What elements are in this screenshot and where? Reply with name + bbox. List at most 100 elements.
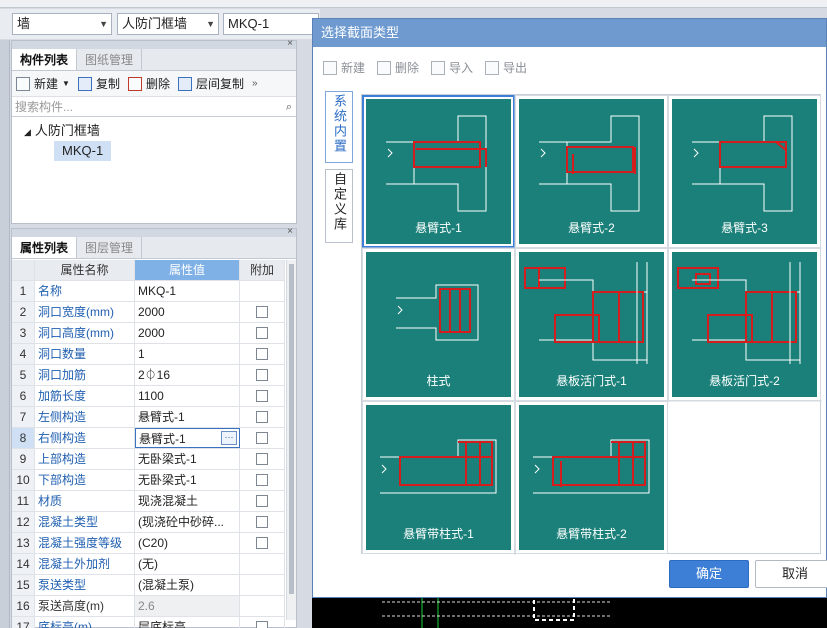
- table-row[interactable]: 15 泵送类型 (混凝土泵): [12, 575, 285, 596]
- table-row[interactable]: 10 下部构造 无卧梁式-1: [12, 470, 285, 491]
- extra-cell: [240, 407, 285, 427]
- attach-checkbox[interactable]: [256, 495, 268, 507]
- ellipsis-button[interactable]: ···: [221, 431, 237, 445]
- section-type-label: 悬臂带柱式-2: [556, 527, 627, 541]
- attach-checkbox[interactable]: [256, 453, 268, 465]
- section-type-tile[interactable]: 柱式: [366, 252, 511, 397]
- row-number: 14: [12, 554, 35, 574]
- tab-system-builtin[interactable]: 系统内置: [325, 91, 353, 163]
- table-row[interactable]: 1 名称 MKQ-1: [12, 281, 285, 302]
- tab-layer-management[interactable]: 图层管理: [77, 237, 143, 258]
- attach-checkbox[interactable]: [256, 327, 268, 339]
- close-icon[interactable]: ×: [287, 226, 293, 237]
- property-value[interactable]: 层底标高: [135, 617, 240, 628]
- table-row[interactable]: 8 右侧构造 悬臂式-1 ···: [12, 428, 285, 449]
- section-type-tile[interactable]: 悬臂带柱式-2: [519, 405, 664, 550]
- section-type-tile[interactable]: 悬臂带柱式-1: [366, 405, 511, 550]
- new-button[interactable]: 新建 ▼: [16, 75, 70, 92]
- attach-checkbox[interactable]: [256, 432, 268, 444]
- section-type-tile[interactable]: 悬臂式-2: [519, 99, 664, 244]
- search-icon[interactable]: ⌕: [286, 99, 292, 115]
- extra-cell: [240, 344, 285, 364]
- tab-property-list[interactable]: 属性列表: [12, 237, 78, 258]
- tree-node-child[interactable]: MKQ-1: [54, 141, 112, 161]
- table-row[interactable]: 14 混凝土外加剂 (无): [12, 554, 285, 575]
- property-value-text: 2000: [138, 305, 165, 319]
- property-name: 洞口高度(mm): [35, 323, 135, 343]
- attach-checkbox[interactable]: [256, 390, 268, 402]
- close-icon[interactable]: ×: [287, 38, 293, 49]
- property-value[interactable]: 悬臂式-1: [135, 407, 240, 427]
- attach-checkbox[interactable]: [256, 516, 268, 528]
- delete-button[interactable]: 删除: [127, 75, 170, 92]
- property-value[interactable]: 1100: [135, 386, 240, 406]
- property-value[interactable]: 现浇混凝土: [135, 491, 240, 511]
- row-number: 15: [12, 575, 35, 595]
- subtype-combo-value: 人防门框墙: [122, 16, 188, 31]
- table-row[interactable]: 11 材质 现浇混凝土: [12, 491, 285, 512]
- property-value[interactable]: (混凝土泵): [135, 575, 240, 595]
- dialog-new-button[interactable]: 新建: [323, 59, 365, 76]
- section-type-tile[interactable]: 悬板活门式-2: [672, 252, 817, 397]
- attach-checkbox[interactable]: [256, 306, 268, 318]
- property-value[interactable]: 悬臂式-1 ···: [135, 428, 240, 448]
- copy-button[interactable]: 复制: [77, 75, 120, 92]
- cancel-button[interactable]: 取消: [755, 560, 827, 588]
- name-combo[interactable]: MKQ-1: [223, 13, 319, 35]
- type-combo[interactable]: 墙 ▼: [12, 13, 112, 35]
- confirm-button[interactable]: 确定: [669, 560, 749, 588]
- extra-cell: [240, 281, 285, 301]
- dialog-export-button[interactable]: 导出: [485, 59, 527, 76]
- section-type-tile[interactable]: 悬板活门式-1: [519, 252, 664, 397]
- property-value[interactable]: 2000: [135, 323, 240, 343]
- property-grid: 属性名称 属性值 附加 1 名称 MKQ-1 2 洞口宽度(mm) 2000 3 洞口高度(m…: [12, 260, 285, 628]
- property-value[interactable]: 2000: [135, 302, 240, 322]
- table-row[interactable]: 3 洞口高度(mm) 2000: [12, 323, 285, 344]
- dialog-import-button[interactable]: 导入: [431, 59, 473, 76]
- table-row[interactable]: 16 泵送高度(m) 2.6: [12, 596, 285, 617]
- table-row[interactable]: 6 加筋长度 1100: [12, 386, 285, 407]
- property-value[interactable]: 2.6: [135, 596, 240, 616]
- floor-copy-button[interactable]: 层间复制: [177, 75, 244, 92]
- property-value[interactable]: 无卧梁式-1: [135, 470, 240, 490]
- overflow-chevron-icon[interactable]: »: [252, 78, 258, 89]
- property-value[interactable]: 无卧梁式-1: [135, 449, 240, 469]
- attach-checkbox[interactable]: [256, 621, 268, 628]
- vertical-scrollbar[interactable]: [286, 260, 296, 620]
- attach-checkbox[interactable]: [256, 474, 268, 486]
- tab-drawing-management[interactable]: 图纸管理: [77, 49, 143, 70]
- property-value[interactable]: 1: [135, 344, 240, 364]
- table-row[interactable]: 13 混凝土强度等级 (C20): [12, 533, 285, 554]
- section-type-tile[interactable]: 悬臂式-3: [672, 99, 817, 244]
- property-value[interactable]: 2⏀16: [135, 365, 240, 385]
- attach-checkbox[interactable]: [256, 369, 268, 381]
- attach-checkbox[interactable]: [256, 411, 268, 423]
- property-value-text: 1100: [138, 389, 164, 403]
- table-row[interactable]: 5 洞口加筋 2⏀16: [12, 365, 285, 386]
- expand-icon[interactable]: ◢: [24, 127, 31, 137]
- attach-checkbox[interactable]: [256, 537, 268, 549]
- property-value[interactable]: (C20): [135, 533, 240, 553]
- property-value[interactable]: (无): [135, 554, 240, 574]
- dialog-delete-button[interactable]: 删除: [377, 59, 419, 76]
- scrollbar-thumb[interactable]: [289, 264, 294, 594]
- table-row[interactable]: 9 上部构造 无卧梁式-1: [12, 449, 285, 470]
- property-value[interactable]: MKQ-1: [135, 281, 240, 301]
- table-row[interactable]: 7 左侧构造 悬臂式-1: [12, 407, 285, 428]
- tab-custom-library[interactable]: 自定义库: [325, 169, 353, 243]
- table-row[interactable]: 12 混凝土类型 (现浇砼中砂碎...: [12, 512, 285, 533]
- table-row[interactable]: 2 洞口宽度(mm) 2000: [12, 302, 285, 323]
- tree-node-parent[interactable]: ◢ 人防门框墙: [24, 121, 296, 141]
- property-value-text: 2.6: [138, 599, 155, 613]
- tab-component-list[interactable]: 构件列表: [12, 49, 78, 70]
- search-input[interactable]: 搜索构件... ⌕: [12, 99, 296, 117]
- property-value[interactable]: (现浇砼中砂碎...: [135, 512, 240, 532]
- section-type-tile[interactable]: 悬臂式-1: [366, 99, 511, 244]
- row-number: 7: [12, 407, 35, 427]
- dialog-title: 选择截面类型: [313, 19, 826, 47]
- table-row[interactable]: 17 底标高(m) 层底标高: [12, 617, 285, 628]
- subtype-combo[interactable]: 人防门框墙 ▼: [117, 13, 219, 35]
- table-row[interactable]: 4 洞口数量 1: [12, 344, 285, 365]
- attach-checkbox[interactable]: [256, 348, 268, 360]
- property-value-text: (现浇砼中砂碎...: [138, 515, 224, 529]
